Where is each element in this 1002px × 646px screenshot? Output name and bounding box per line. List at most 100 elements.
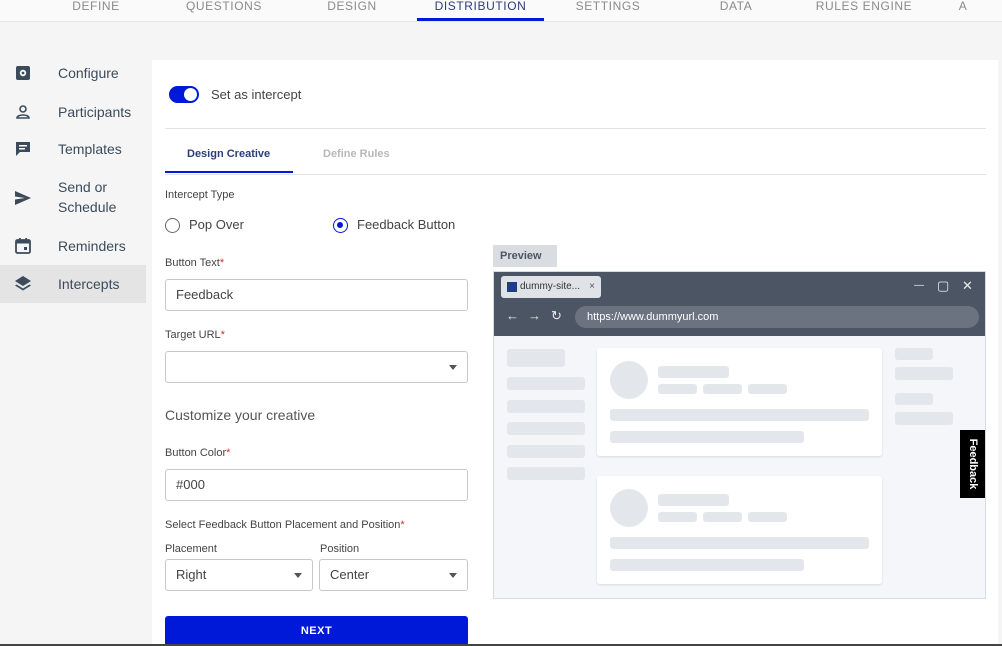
- skeleton-block: [895, 412, 953, 425]
- divider: [165, 128, 986, 129]
- sidebar-item-label: Intercepts: [58, 276, 120, 292]
- target-url-select[interactable]: [165, 351, 468, 383]
- chevron-down-icon: [449, 573, 457, 578]
- sidebar-item-label: Templates: [58, 141, 122, 157]
- intercept-toggle[interactable]: [169, 86, 199, 103]
- radio-feedback-button[interactable]: [333, 218, 348, 233]
- button-color-input[interactable]: #000: [165, 469, 468, 501]
- tab-rules-engine[interactable]: RULES ENGINE: [810, 0, 918, 21]
- skeleton-block: [748, 384, 787, 394]
- position-select[interactable]: Center: [319, 559, 468, 591]
- favicon-icon: [507, 282, 517, 292]
- browser-chrome: dummy-site... × — ▢ ✕ ← → ↻ https://www.…: [494, 272, 985, 336]
- divider: [165, 174, 986, 175]
- skeleton-block: [703, 384, 742, 394]
- back-icon: ←: [506, 308, 519, 323]
- skeleton-block: [658, 366, 729, 378]
- intercept-toggle-label: Set as intercept: [211, 87, 302, 102]
- layers-icon: [15, 276, 31, 291]
- tab-define[interactable]: DEFINE: [56, 0, 136, 21]
- skeleton-block: [658, 512, 697, 522]
- skeleton-block: [507, 467, 585, 480]
- tab-questions[interactable]: QUESTIONS: [180, 0, 268, 21]
- active-tab-indicator: [417, 18, 544, 21]
- skeleton-block: [507, 400, 585, 413]
- radio-pop-over[interactable]: [165, 218, 180, 233]
- feedback-button-label: Feedback: [967, 438, 979, 490]
- sidebar-item-label: Reminders: [58, 238, 126, 254]
- sidebar-item-configure[interactable]: Configure: [0, 57, 146, 89]
- skeleton-block: [507, 445, 585, 458]
- minimize-icon: —: [914, 280, 924, 291]
- placement-select[interactable]: Right: [165, 559, 313, 591]
- forward-icon: →: [528, 308, 541, 323]
- skeleton-block: [507, 377, 585, 390]
- sidebar-item-intercepts[interactable]: Intercepts: [0, 265, 146, 303]
- required-mark: *: [226, 447, 231, 459]
- required-mark: *: [220, 329, 225, 341]
- skeleton-block: [748, 512, 787, 522]
- skeleton-block: [895, 348, 933, 360]
- customize-creative-title: Customize your creative: [165, 407, 316, 423]
- radio-feedback-button-label: Feedback Button: [357, 217, 456, 232]
- sidebar-item-label: Participants: [58, 104, 132, 120]
- skeleton-block: [507, 349, 565, 367]
- skeleton-block: [610, 559, 804, 571]
- browser-tab-title: dummy-site...: [520, 281, 581, 292]
- url-bar: https://www.dummyurl.com: [575, 306, 979, 328]
- browser-tab: dummy-site... ×: [501, 276, 601, 298]
- placement-value: Right: [176, 567, 207, 582]
- send-icon: [15, 191, 31, 205]
- person-icon: [16, 105, 30, 119]
- sidebar-item-reminders[interactable]: Reminders: [0, 230, 146, 262]
- chevron-down-icon: [449, 365, 457, 370]
- tab-data[interactable]: DATA: [700, 0, 772, 21]
- button-color-label: Button Color*: [165, 447, 231, 459]
- sidebar-item-label: Configure: [58, 65, 119, 81]
- top-navigation: DEFINE QUESTIONS DESIGN DISTRIBUTION SET…: [0, 0, 1002, 22]
- skeleton-avatar: [610, 489, 648, 527]
- tab-design[interactable]: DESIGN: [312, 0, 392, 21]
- radio-pop-over-label: Pop Over: [189, 217, 244, 232]
- sidebar-item-send-or-schedule[interactable]: Send or Schedule: [0, 172, 146, 224]
- intercept-type-label: Intercept Type: [165, 189, 235, 201]
- required-mark: *: [219, 257, 225, 269]
- placement-label: Placement: [165, 543, 217, 555]
- reload-icon: ↻: [551, 308, 562, 323]
- toggle-knob: [184, 88, 197, 101]
- skeleton-block: [895, 393, 933, 405]
- sidebar-item-templates[interactable]: Templates: [0, 134, 146, 166]
- skeleton-block: [507, 422, 585, 435]
- tab-settings[interactable]: SETTINGS: [566, 0, 650, 21]
- tab-more[interactable]: A: [952, 0, 974, 21]
- skeleton-block: [703, 512, 742, 522]
- preview-label: Preview: [493, 245, 557, 267]
- placement-section-label: Select Feedback Button Placement and Pos…: [165, 519, 405, 531]
- button-text-label: Button Text*: [165, 257, 225, 269]
- target-url-label: Target URL*: [165, 329, 225, 341]
- skeleton-block: [610, 409, 869, 421]
- skeleton-block: [610, 431, 804, 443]
- maximize-icon: ▢: [937, 278, 950, 293]
- browser-preview: dummy-site... × — ▢ ✕ ← → ↻ https://www.…: [493, 271, 986, 599]
- calendar-icon: [15, 238, 31, 254]
- skeleton-block: [658, 494, 729, 506]
- button-text-input[interactable]: Feedback: [165, 279, 468, 311]
- sidebar-item-participants[interactable]: Participants: [0, 96, 146, 128]
- chevron-down-icon: [294, 573, 302, 578]
- position-value: Center: [330, 567, 370, 582]
- skeleton-block: [610, 537, 869, 549]
- skeleton-block: [895, 367, 953, 380]
- chat-icon: [16, 142, 30, 156]
- subtab-define-rules[interactable]: Define Rules: [323, 146, 390, 162]
- active-subtab-indicator: [165, 171, 293, 173]
- subtab-design-creative[interactable]: Design Creative: [187, 146, 270, 162]
- required-mark: *: [400, 519, 405, 531]
- skeleton-block: [658, 384, 697, 394]
- tab-close-icon: ×: [589, 281, 595, 292]
- gear-icon: [16, 66, 30, 80]
- feedback-button-preview: Feedback: [960, 430, 985, 498]
- close-icon: ✕: [962, 278, 973, 293]
- skeleton-avatar: [610, 361, 648, 399]
- next-button[interactable]: NEXT: [165, 616, 468, 646]
